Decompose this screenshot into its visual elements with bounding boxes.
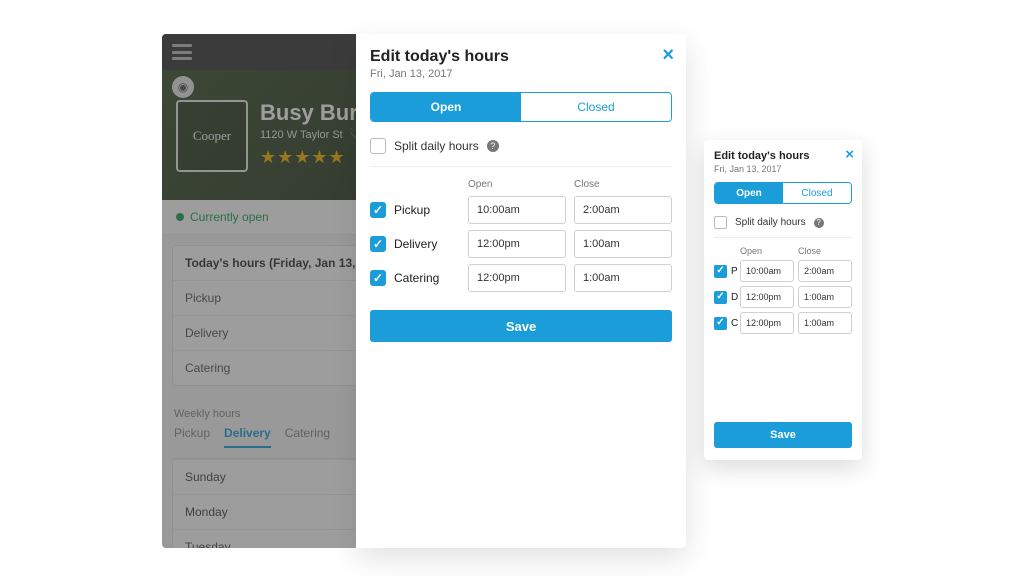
split-hours-label: Split daily hours	[735, 217, 806, 228]
split-hours-row[interactable]: Split daily hours ?	[370, 134, 672, 167]
toggle-open[interactable]: Open	[715, 183, 783, 203]
toggle-closed[interactable]: Closed	[521, 93, 671, 121]
weekly-tabs: Pickup Delivery Catering	[162, 426, 356, 454]
pickup-close-input[interactable]	[574, 196, 672, 224]
close-icon[interactable]: ×	[662, 44, 674, 67]
column-close-label: Close	[574, 179, 672, 190]
status-dot-icon	[176, 213, 184, 221]
hours-row-pickup: P	[714, 260, 852, 282]
restaurant-hero: ◉ Cooper Busy Burger 1120 W Taylor St 📞 …	[162, 70, 356, 200]
split-hours-checkbox[interactable]	[714, 216, 727, 229]
info-icon[interactable]: ?	[814, 218, 824, 228]
catering-checkbox[interactable]	[370, 270, 386, 286]
service-row-delivery[interactable]: Delivery	[173, 315, 356, 350]
catering-open-input[interactable]	[468, 264, 566, 292]
service-label: Delivery	[394, 237, 437, 251]
open-closed-toggle: Open Closed	[714, 182, 852, 204]
edit-hours-modal-compact: × Edit today's hours Fri, Jan 13, 2017 O…	[704, 140, 862, 460]
tab-delivery[interactable]: Delivery	[224, 426, 271, 448]
open-status: Currently open	[162, 200, 356, 235]
column-close-label: Close	[798, 246, 852, 256]
catering-checkbox[interactable]	[714, 317, 727, 330]
restaurant-name: Busy Burger	[260, 100, 356, 126]
delivery-close-input[interactable]	[574, 230, 672, 258]
hours-row-pickup: Pickup	[370, 196, 672, 224]
restaurant-logo: Cooper	[176, 100, 248, 172]
pickup-checkbox[interactable]	[370, 202, 386, 218]
day-row[interactable]: Tuesday	[173, 529, 356, 548]
rating-stars: ★★★★★	[260, 147, 356, 168]
modal-date: Fri, Jan 13, 2017	[370, 68, 672, 80]
pickup-checkbox[interactable]	[714, 265, 727, 278]
split-hours-checkbox[interactable]	[370, 138, 386, 154]
open-closed-toggle: Open Closed	[370, 92, 672, 122]
todays-hours-header[interactable]: Today's hours (Friday, Jan 13, 2017)	[173, 246, 356, 280]
save-button[interactable]: Save	[370, 310, 672, 342]
close-icon[interactable]: ×	[845, 146, 854, 163]
edit-hours-modal: × Edit today's hours Fri, Jan 13, 2017 O…	[356, 34, 686, 548]
service-label: Pickup	[394, 203, 430, 217]
pickup-open-input[interactable]	[740, 260, 794, 282]
hours-row-delivery: Delivery	[370, 230, 672, 258]
catering-close-input[interactable]	[574, 264, 672, 292]
delivery-checkbox[interactable]	[370, 236, 386, 252]
hours-row-catering: C	[714, 312, 852, 334]
todays-hours-card: Today's hours (Friday, Jan 13, 2017) Pic…	[172, 245, 356, 386]
split-hours-label: Split daily hours	[394, 139, 479, 153]
app-topbar	[162, 34, 356, 70]
delivery-close-input[interactable]	[798, 286, 852, 308]
catering-close-input[interactable]	[798, 312, 852, 334]
service-label: Catering	[394, 271, 439, 285]
catering-open-input[interactable]	[740, 312, 794, 334]
modal-title: Edit today's hours	[714, 150, 852, 162]
save-button[interactable]: Save	[714, 422, 852, 448]
tab-pickup[interactable]: Pickup	[174, 426, 210, 448]
service-label: C	[731, 318, 738, 329]
service-label: D	[731, 292, 738, 303]
service-row-pickup[interactable]: Pickup	[173, 280, 356, 315]
split-hours-row[interactable]: Split daily hours ?	[714, 212, 852, 238]
toggle-open[interactable]: Open	[371, 93, 521, 121]
modal-date: Fri, Jan 13, 2017	[714, 164, 852, 174]
pickup-open-input[interactable]	[468, 196, 566, 224]
info-icon[interactable]: ?	[487, 140, 499, 152]
delivery-open-input[interactable]	[468, 230, 566, 258]
day-row[interactable]: Monday	[173, 494, 356, 529]
restaurant-address: 1120 W Taylor St 📞 (312) 22	[260, 128, 356, 141]
day-row[interactable]: Sunday	[173, 459, 356, 494]
tab-catering[interactable]: Catering	[285, 426, 330, 448]
toggle-closed[interactable]: Closed	[783, 183, 851, 203]
modal-title: Edit today's hours	[370, 48, 672, 66]
weekly-hours-label: Weekly hours	[162, 396, 356, 426]
hours-row-catering: Catering	[370, 264, 672, 292]
column-open-label: Open	[468, 179, 566, 190]
delivery-checkbox[interactable]	[714, 291, 727, 304]
service-label: P	[731, 266, 738, 277]
service-row-catering[interactable]: Catering	[173, 350, 356, 385]
delivery-open-input[interactable]	[740, 286, 794, 308]
pickup-close-input[interactable]	[798, 260, 852, 282]
app-backdrop: ◉ Cooper Busy Burger 1120 W Taylor St 📞 …	[162, 34, 356, 548]
camera-icon[interactable]: ◉	[172, 76, 194, 98]
menu-icon[interactable]	[172, 44, 192, 60]
hours-row-delivery: D	[714, 286, 852, 308]
column-open-label: Open	[740, 246, 794, 256]
